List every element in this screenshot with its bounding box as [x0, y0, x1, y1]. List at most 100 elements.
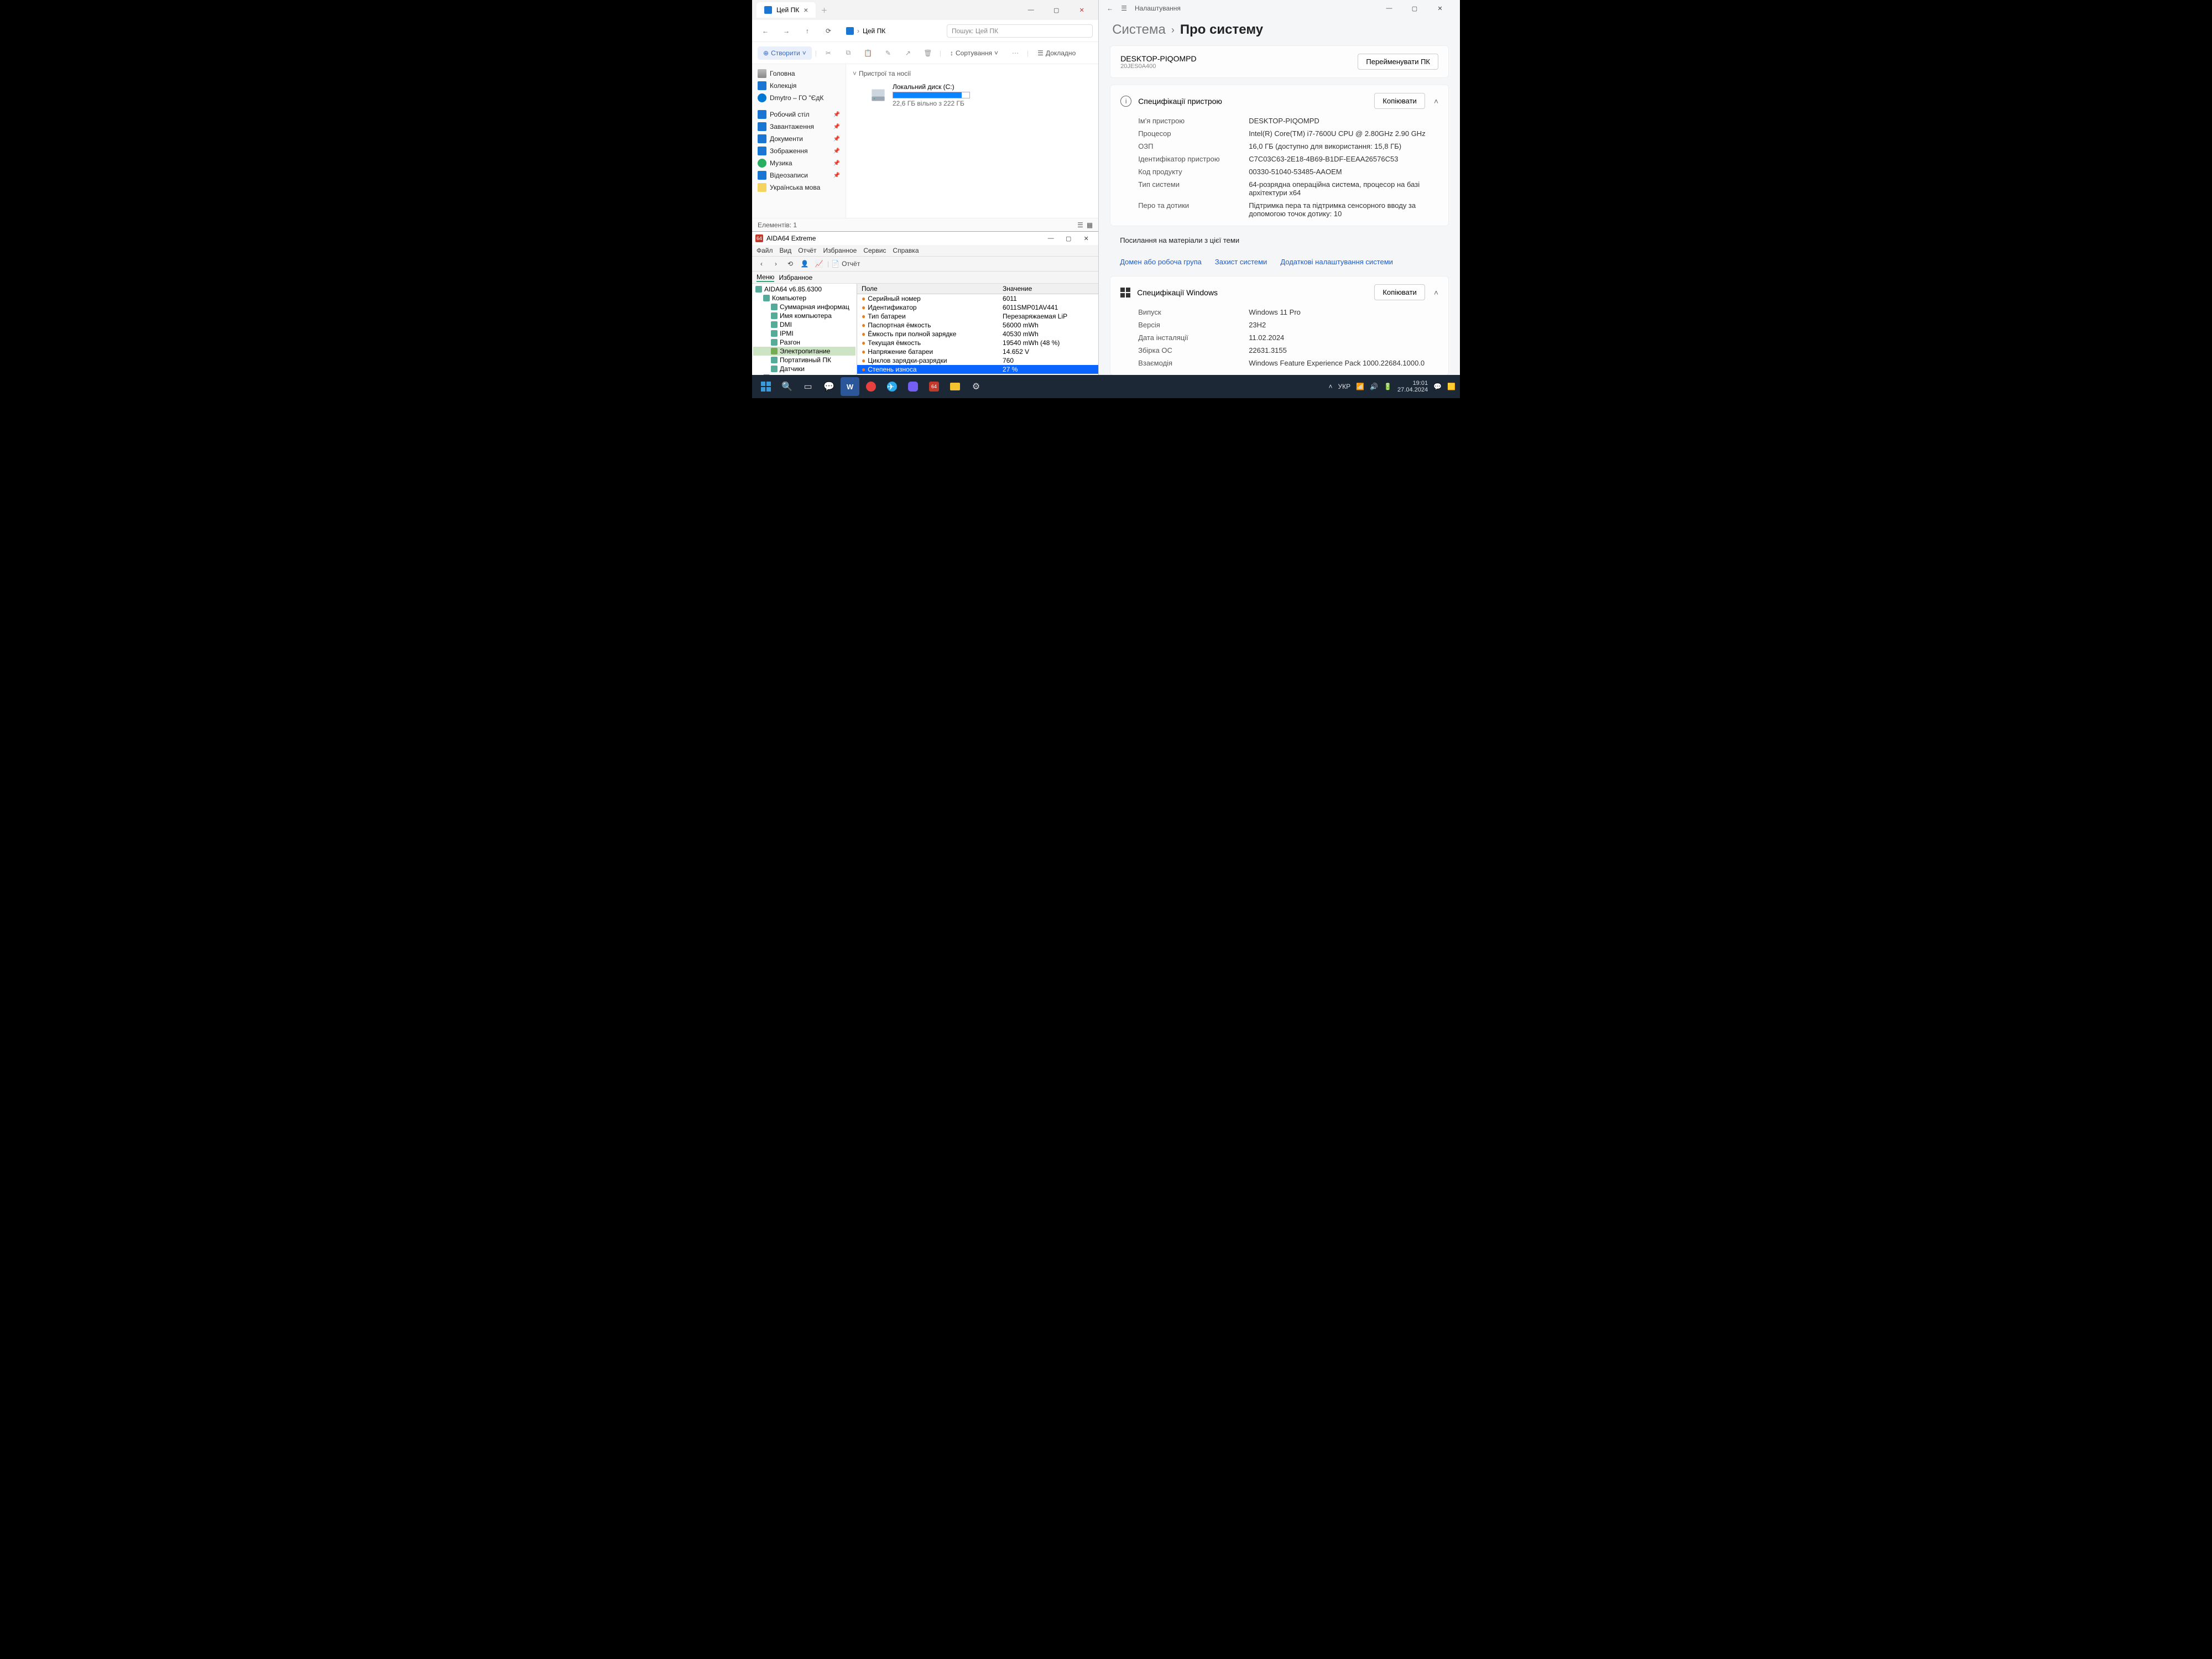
tree-node[interactable]: Компьютер [753, 294, 855, 302]
nav-item[interactable]: Документи📌 [754, 133, 843, 145]
forward-button[interactable]: › [770, 258, 782, 270]
tree-node[interactable]: DMI [753, 320, 855, 329]
viber-button[interactable] [904, 377, 922, 396]
nav-item[interactable]: Відеозаписи📌 [754, 169, 843, 181]
nav-item[interactable]: Музика📌 [754, 157, 843, 169]
nav1-button[interactable]: ⟲ [784, 258, 796, 270]
maximize-button[interactable]: ▢ [1044, 2, 1068, 18]
list-row[interactable]: ●Тип батареиПерезаряжаемая LiP [857, 312, 1098, 321]
new-button[interactable]: ⊕ Створити ˅ [758, 46, 812, 60]
list-row[interactable]: ●Степень износа27 % [857, 365, 1098, 374]
address-box[interactable]: › Цей ПК [842, 25, 941, 37]
search-input[interactable]: Пошук: Цей ПК [947, 24, 1093, 38]
list-row[interactable]: ●Напряжение батареи14.652 V [857, 347, 1098, 356]
chat-button[interactable]: 💬 [820, 377, 838, 396]
back-button[interactable]: ← [758, 23, 773, 39]
menu-item[interactable]: Файл [757, 247, 773, 254]
copy-device-button[interactable]: Копіювати [1374, 93, 1425, 109]
opera-button[interactable] [862, 377, 880, 396]
tab[interactable]: Избранное [779, 274, 812, 281]
start-button[interactable] [757, 377, 775, 396]
rename-pc-button[interactable]: Перейменувати ПК [1358, 54, 1438, 70]
clock[interactable]: 19:01 27.04.2024 [1397, 380, 1428, 393]
menu-item[interactable]: Избранное [823, 247, 857, 254]
list-row[interactable]: ●Циклов зарядки-разрядки760 [857, 356, 1098, 365]
tray-expand-icon[interactable]: ˄ [1329, 383, 1333, 390]
nav3-button[interactable]: 📈 [813, 258, 825, 270]
close-button[interactable]: ✕ [1428, 0, 1452, 17]
details-button[interactable]: ☰ Докладно [1032, 46, 1081, 60]
word-button[interactable]: W [841, 377, 859, 396]
settings-button[interactable]: ⚙ [967, 377, 985, 396]
volume-icon[interactable]: 🔊 [1370, 383, 1378, 390]
list-row[interactable]: ●Паспортная ёмкость56000 mWh [857, 321, 1098, 330]
tree-node[interactable]: AIDA64 v6.85.6300 [753, 285, 855, 294]
telegram-button[interactable]: ✈ [883, 377, 901, 396]
minimize-button[interactable]: — [1019, 2, 1043, 18]
list-row[interactable]: ●Идентификатор6011SMP01AV441 [857, 303, 1098, 312]
related-link[interactable]: Домен або робоча група [1120, 258, 1202, 266]
chevron-up-icon[interactable]: ˄ [1434, 97, 1438, 106]
cut-button[interactable]: ✂ [820, 46, 837, 60]
list-row[interactable]: ●Серийный номер6011 [857, 294, 1098, 304]
nav2-button[interactable]: 👤 [799, 258, 811, 270]
tree-node[interactable]: Имя компьютера [753, 311, 855, 320]
close-button[interactable]: ✕ [1070, 2, 1094, 18]
new-tab-button[interactable]: ＋ [816, 3, 832, 18]
maximize-button[interactable]: ▢ [1060, 232, 1077, 244]
list-row[interactable]: ●Ёмкость при полной зарядке40530 mWh [857, 330, 1098, 338]
back-button[interactable]: ‹ [755, 258, 768, 270]
back-button[interactable]: ← [1107, 4, 1113, 12]
related-link[interactable]: Захист системи [1215, 258, 1267, 266]
rename-button[interactable]: ✎ [880, 46, 896, 60]
copilot-icon[interactable]: 🟨 [1447, 383, 1455, 390]
taskview-button[interactable]: ▭ [799, 377, 817, 396]
nav-item[interactable]: Українська мова [754, 181, 843, 194]
related-link[interactable]: Додаткові налаштування системи [1280, 258, 1393, 266]
paste-button[interactable]: 📋 [860, 46, 877, 60]
menu-icon[interactable]: ☰ [1121, 4, 1127, 12]
nav-item[interactable]: Робочий стіл📌 [754, 108, 843, 121]
language-indicator[interactable]: УКР [1338, 383, 1351, 390]
col-field[interactable]: Поле [857, 284, 998, 294]
crumb-system[interactable]: Система [1112, 22, 1166, 38]
explorer-tab[interactable]: Цей ПК × [757, 2, 816, 18]
tree-node[interactable]: Электропитание [753, 347, 855, 356]
list-row[interactable]: ●Текущая ёмкость19540 mWh (48 %) [857, 338, 1098, 347]
view-grid-icon[interactable]: ▦ [1087, 221, 1093, 229]
nav-item[interactable]: Головна [754, 67, 843, 80]
nav-item[interactable]: Dmytro – ГО "ЄдК [754, 92, 843, 104]
refresh-button[interactable]: ⟳ [821, 23, 836, 39]
wifi-icon[interactable]: 📶 [1356, 383, 1364, 390]
nav-item[interactable]: Завантаження📌 [754, 121, 843, 133]
copy-windows-button[interactable]: Копіювати [1374, 284, 1425, 300]
minimize-button[interactable]: — [1377, 0, 1401, 17]
chevron-up-icon[interactable]: ˄ [1434, 288, 1438, 297]
share-button[interactable]: ↗ [900, 46, 916, 60]
tree-node[interactable]: Портативный ПК [753, 356, 855, 364]
menu-item[interactable]: Сервис [863, 247, 886, 254]
close-tab-icon[interactable]: × [804, 6, 808, 14]
drive-item[interactable]: Локальний диск (C:) 22,6 ГБ вільно з 222… [853, 80, 1092, 111]
nav-item[interactable]: Зображення📌 [754, 145, 843, 157]
battery-icon[interactable]: 🔋 [1384, 383, 1392, 390]
delete-button[interactable]: 🗑 [920, 46, 936, 60]
tree-node[interactable]: Суммарная информац [753, 302, 855, 311]
maximize-button[interactable]: ▢ [1402, 0, 1427, 17]
tree-node[interactable]: Разгон [753, 338, 855, 347]
forward-button[interactable]: → [779, 23, 794, 39]
aida64-button[interactable]: 64 [925, 377, 943, 396]
up-button[interactable]: ↑ [800, 23, 815, 39]
group-header[interactable]: ˅ Пристрої та носії [853, 67, 1092, 80]
tab[interactable]: Меню [757, 273, 774, 282]
menu-item[interactable]: Отчёт [798, 247, 816, 254]
close-button[interactable]: ✕ [1077, 232, 1095, 244]
minimize-button[interactable]: — [1042, 232, 1060, 244]
view-list-icon[interactable]: ☰ [1077, 221, 1083, 229]
nav-item[interactable]: Колекція [754, 80, 843, 92]
menu-item[interactable]: Справка [893, 247, 919, 254]
copy-button[interactable]: ⧉ [840, 46, 857, 60]
sort-button[interactable]: ↕ Сортування ˅ [945, 46, 1004, 60]
search-button[interactable]: 🔍 [778, 377, 796, 396]
notifications-icon[interactable]: 💬 [1433, 383, 1442, 390]
